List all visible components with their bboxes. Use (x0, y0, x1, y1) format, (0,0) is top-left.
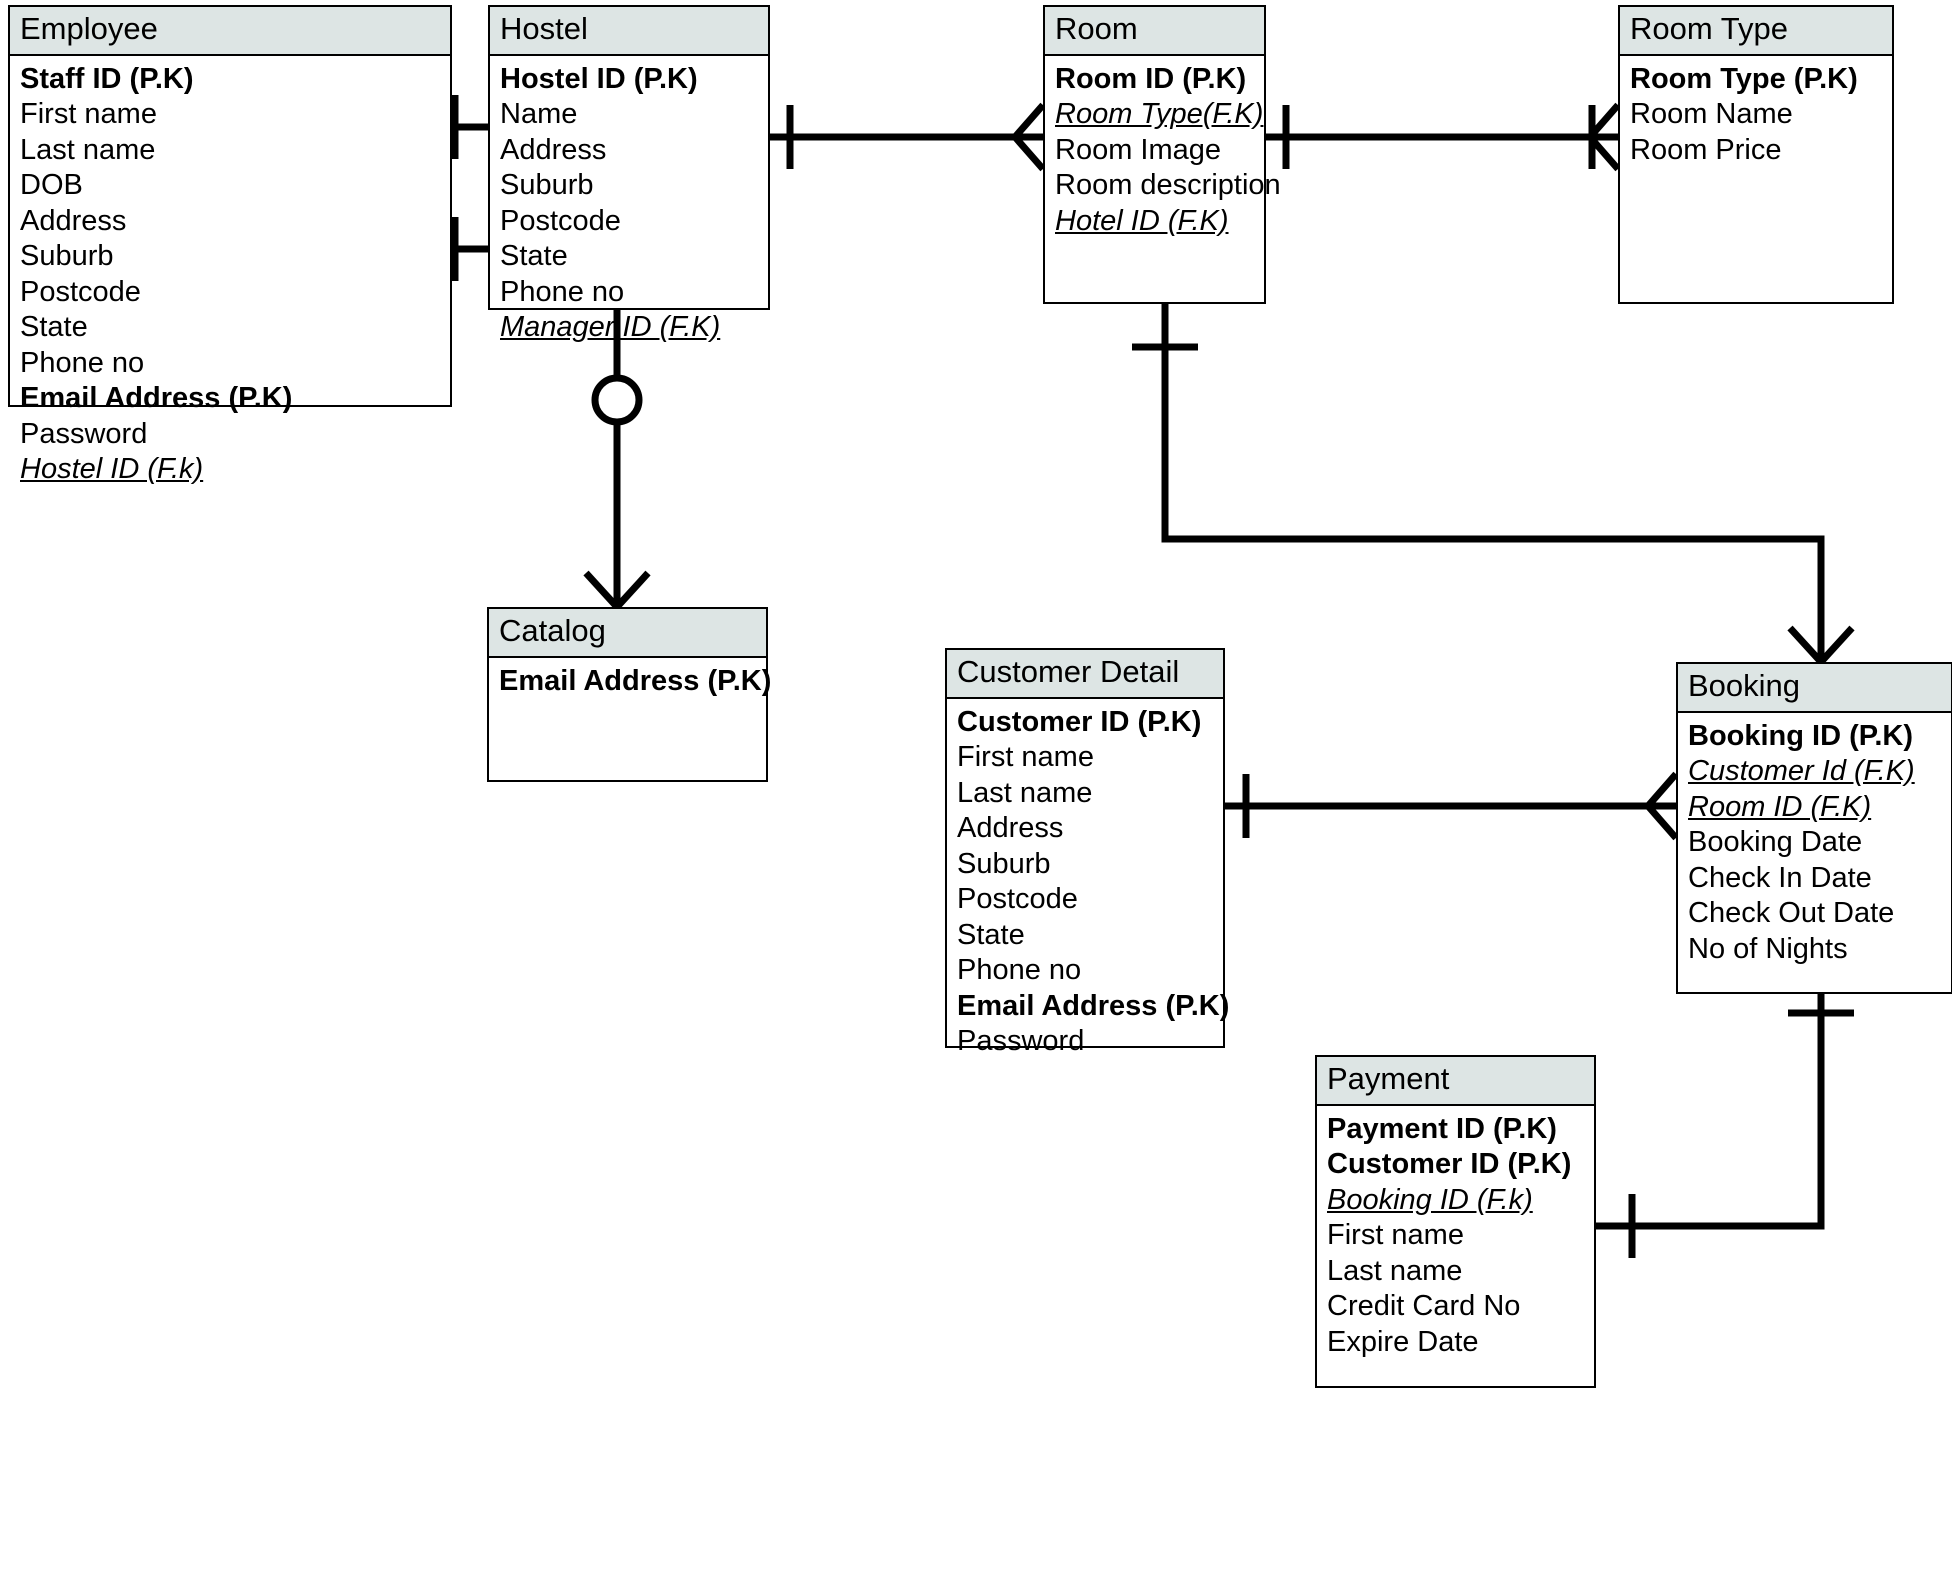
attribute-row: Password (957, 1025, 1085, 1058)
attribute-row: Customer Id (F.K) (1688, 755, 1915, 788)
attribute-row: Email Address (P.K) (20, 382, 293, 415)
attribute-list-hostel: Hostel ID (P.K) Name Address Suburb Postcode… (490, 56, 768, 356)
attribute-row: Address (20, 204, 127, 237)
attribute-row: Name (500, 98, 578, 131)
attribute-row: Room Type (P.K) (1630, 62, 1858, 95)
entity-room[interactable]: Room Room ID (P.K) Room Type(F.K) Room Imag… (1043, 5, 1281, 304)
attribute-row: Expire Date (1327, 1325, 1479, 1358)
attribute-row: Customer ID (P.K) (1327, 1148, 1572, 1181)
attribute-row: Suburb (500, 169, 594, 202)
connector-booking-payment (1596, 994, 1854, 1258)
attribute-list-catalog: Email Address (P.K) (489, 658, 772, 710)
attribute-list-employee: Staff ID (P.K) First name Last name DOB Addr… (10, 56, 450, 498)
attribute-list-booking: Booking ID (P.K) Customer Id (F.K) Room ID… (1678, 713, 1951, 978)
connector-room-room-type (1266, 102, 1621, 172)
entity-hostel[interactable]: Hostel Hostel ID (P.K) Name Address Suburb Po… (488, 5, 770, 343)
entity-title-room: Room (1045, 7, 1264, 56)
attribute-row: DOB (20, 169, 83, 202)
entity-title-employee: Employee (10, 7, 450, 56)
connector-customer-booking (1225, 771, 1679, 841)
entity-title-payment: Payment (1317, 1057, 1594, 1106)
attribute-row: State (957, 918, 1025, 951)
attribute-row: Room Name (1630, 98, 1793, 131)
attribute-row: Last name (957, 776, 1093, 809)
attribute-row: Customer ID (P.K) (957, 705, 1202, 738)
attribute-row: Booking ID (P.K) (1688, 719, 1914, 752)
attribute-row: Check Out Date (1688, 897, 1895, 930)
attribute-list-room_type: Room Type (P.K) Room Name Room Price (1620, 56, 1892, 179)
attribute-row: Last name (20, 133, 156, 166)
attribute-row: Payment ID (P.K) (1327, 1112, 1557, 1145)
attribute-row: Email Address (P.K) (499, 664, 772, 697)
attribute-row: Address (500, 133, 607, 166)
attribute-row: Room ID (F.K) (1688, 790, 1872, 823)
attribute-row: Email Address (P.K) (957, 989, 1230, 1022)
attribute-row: Room ID (P.K) (1055, 62, 1247, 95)
entity-title-room_type: Room Type (1620, 7, 1892, 56)
attribute-row: Address (957, 812, 1064, 845)
attribute-list-payment: Payment ID (P.K) Customer ID (P.K) Booking… (1317, 1106, 1594, 1371)
er-diagram-canvas: Employee Staff ID (P.K) First name Last nam… (0, 0, 1952, 1573)
attribute-row: Hostel ID (P.K) (500, 62, 698, 95)
entity-payment[interactable]: Payment Payment ID (P.K) Customer ID (P.K)… (1315, 1055, 1596, 1388)
attribute-row: Postcode (957, 883, 1078, 916)
entity-booking[interactable]: Booking Booking ID (P.K) Customer Id (F.K)… (1676, 662, 1952, 994)
attribute-row: Room description (1055, 169, 1281, 202)
attribute-row: Postcode (20, 275, 141, 308)
attribute-row: Manager ID (F.K) (500, 311, 721, 344)
attribute-row: Suburb (957, 847, 1051, 880)
attribute-row: Hotel ID (F.K) (1055, 204, 1229, 237)
attribute-row: State (20, 311, 88, 344)
attribute-row: Password (20, 417, 148, 450)
attribute-row: No of Nights (1688, 932, 1848, 965)
attribute-row: Room Price (1630, 133, 1782, 166)
attribute-row: First name (1327, 1219, 1464, 1252)
attribute-row: Check In Date (1688, 861, 1872, 894)
connector-hostel-room (770, 102, 1046, 172)
attribute-list-room: Room ID (P.K) Room Type(F.K) Room Image Roo… (1045, 56, 1281, 250)
entity-title-booking: Booking (1678, 664, 1951, 713)
entity-title-catalog: Catalog (489, 609, 766, 658)
connector-room-booking (1132, 304, 1855, 665)
attribute-row: Staff ID (P.K) (20, 62, 194, 95)
entity-employee[interactable]: Employee Staff ID (P.K) First name Last nam… (8, 5, 452, 485)
attribute-row: Phone no (500, 275, 625, 308)
attribute-row: Phone no (957, 954, 1082, 987)
attribute-row: Postcode (500, 204, 621, 237)
attribute-row: Booking Date (1688, 826, 1863, 859)
attribute-row: First name (20, 98, 157, 131)
entity-title-customer_detail: Customer Detail (947, 650, 1223, 699)
attribute-row: Room Type(F.K) (1055, 98, 1264, 131)
attribute-row: Suburb (20, 240, 114, 273)
attribute-list-customer_detail: Customer ID (P.K) First name Last name Addr… (947, 699, 1230, 1070)
entity-room_type[interactable]: Room Type Room Type (P.K) Room Name Room Pr… (1618, 5, 1894, 304)
attribute-row: Last name (1327, 1254, 1463, 1287)
attribute-row: State (500, 240, 568, 273)
entity-title-hostel: Hostel (490, 7, 768, 56)
attribute-row: Room Image (1055, 133, 1222, 166)
attribute-row: Hostel ID (F.k) (20, 453, 204, 486)
entity-catalog[interactable]: Catalog Email Address (P.K) (487, 607, 772, 782)
attribute-row: Phone no (20, 346, 145, 379)
attribute-row: Booking ID (F.k) (1327, 1183, 1533, 1216)
attribute-row: Credit Card No (1327, 1290, 1521, 1323)
attribute-row: First name (957, 741, 1094, 774)
entity-customer_detail[interactable]: Customer Detail Customer ID (P.K) First na… (945, 648, 1229, 1057)
